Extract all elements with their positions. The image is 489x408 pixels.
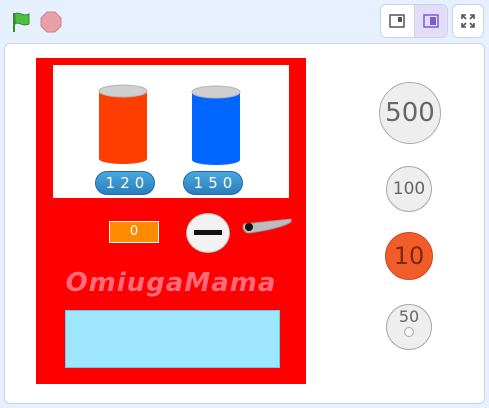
fullscreen-button[interactable] [452,4,484,38]
fullscreen-icon [461,14,475,28]
product-window: 120 150 [53,65,289,198]
coin-50-label: 50 [398,307,420,326]
small-stage-icon [389,14,405,28]
coin-slot[interactable] [186,213,230,253]
product-can-orange[interactable] [98,84,148,164]
return-lever[interactable] [241,218,293,236]
coin-slot-opening [194,230,222,235]
price-button-orange[interactable]: 120 [95,171,155,195]
coin-50-hole [404,327,414,337]
large-stage-button[interactable] [413,5,447,37]
coin-500[interactable]: 500 [379,82,441,144]
stage: 120 150 0 OmiugaMama 500 100 10 50 [4,43,485,404]
brand-logo: OmiugaMama [65,268,277,298]
coin-50[interactable]: 50 [386,304,432,350]
product-outlet[interactable] [65,310,280,368]
vending-machine: 120 150 0 OmiugaMama [36,58,306,384]
stage-toolbar [0,0,489,44]
product-can-blue[interactable] [191,85,241,165]
coin-100[interactable]: 100 [386,166,432,212]
large-stage-icon [423,14,439,28]
small-stage-button[interactable] [381,5,414,37]
coin-10[interactable]: 10 [385,232,433,280]
stop-icon[interactable] [40,11,62,33]
price-button-blue[interactable]: 150 [183,171,243,195]
stage-size-toggle [380,4,448,38]
green-flag-icon[interactable] [10,11,32,33]
inserted-amount-display: 0 [109,221,159,243]
